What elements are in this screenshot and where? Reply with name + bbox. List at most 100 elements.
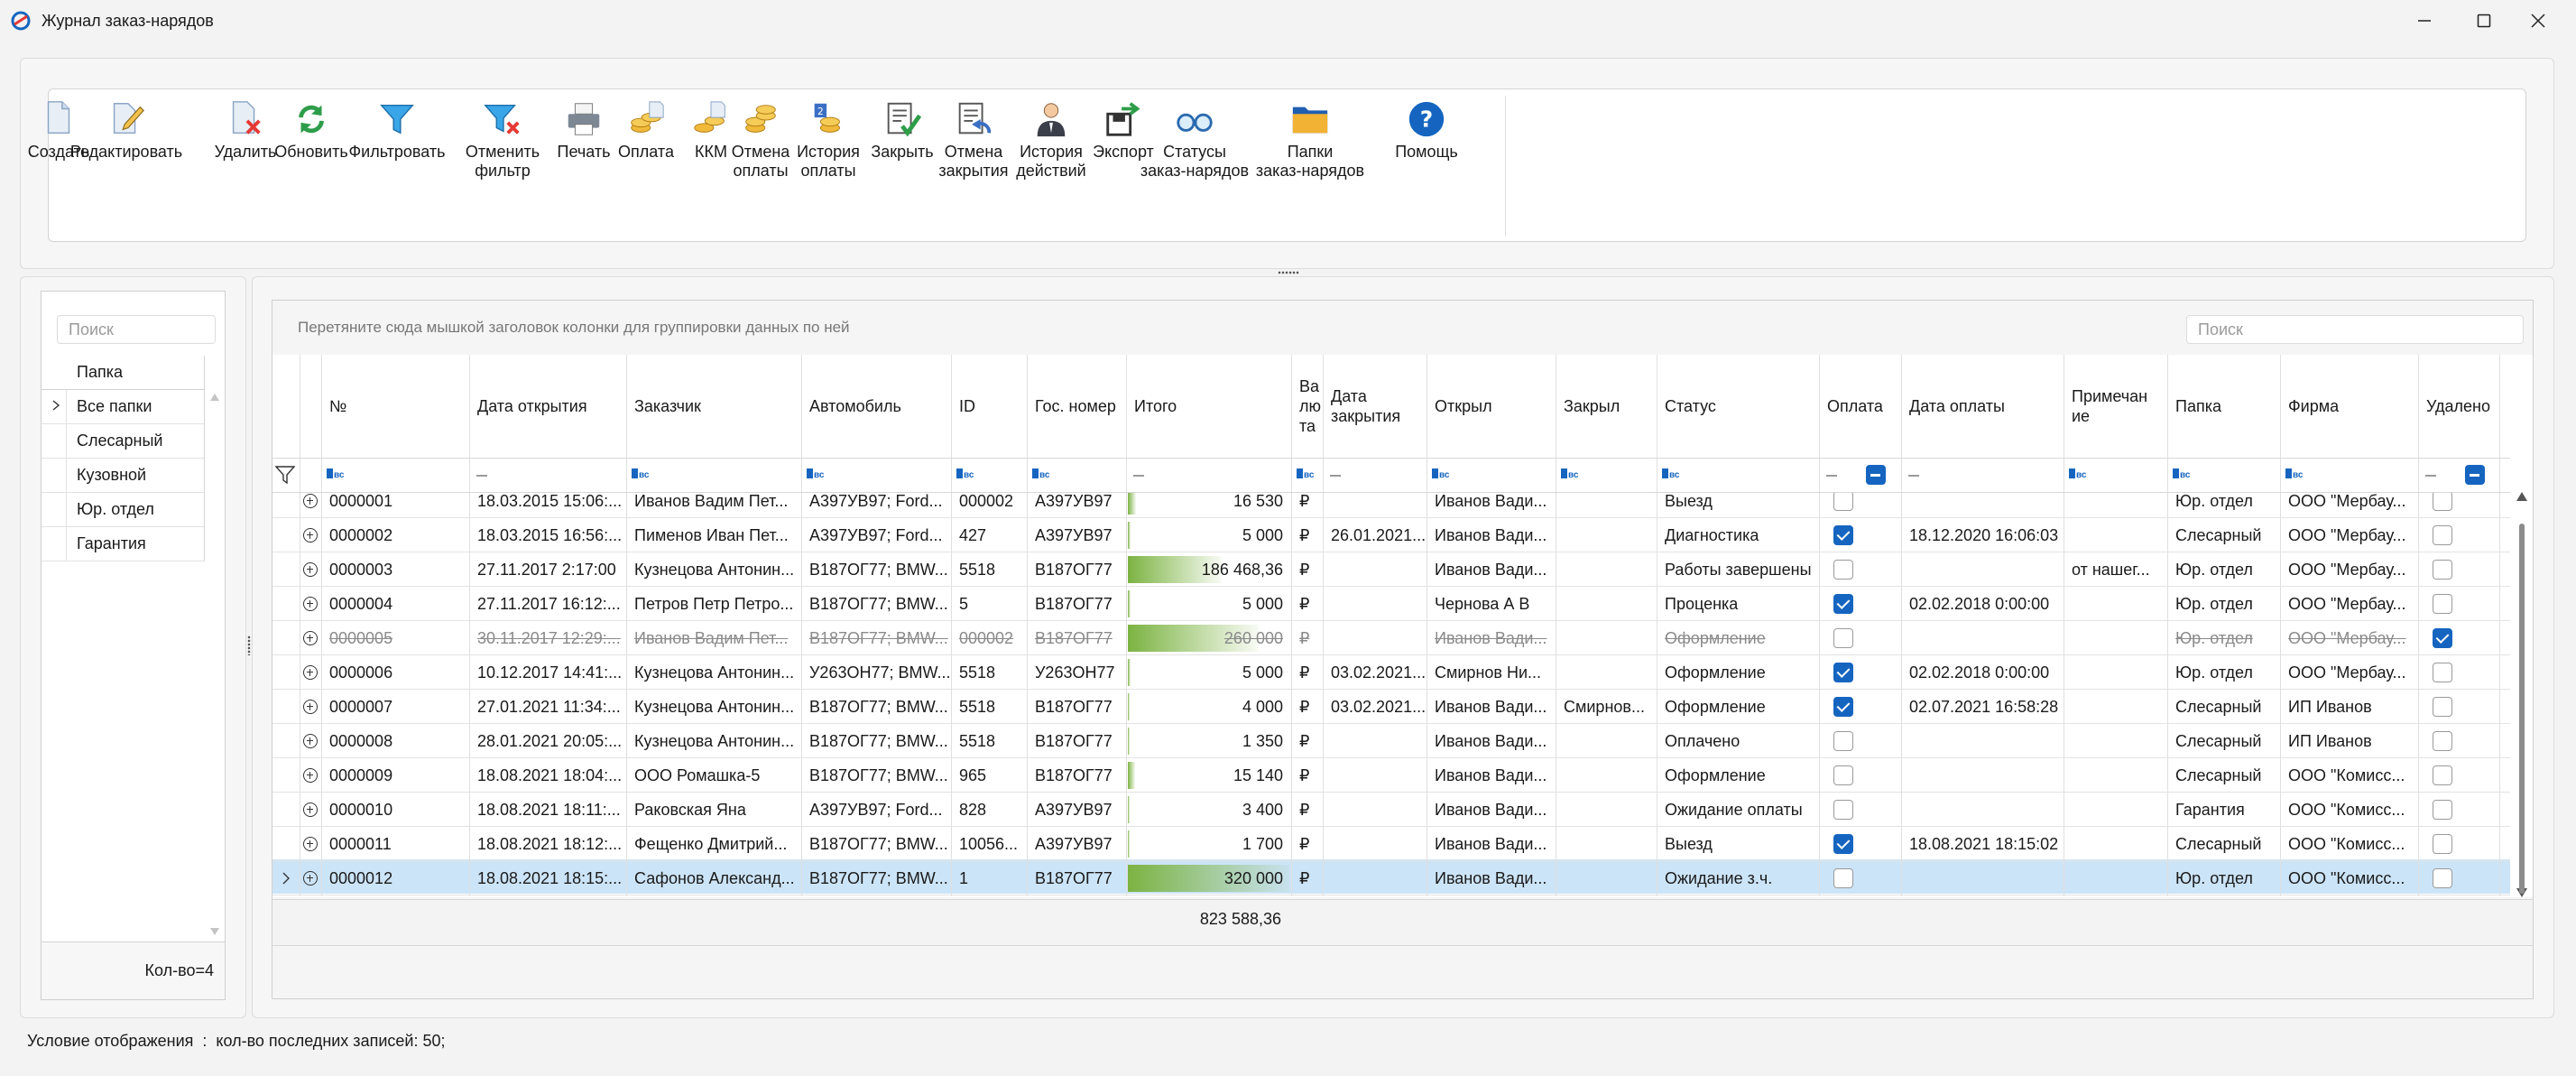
cell-opened_by[interactable]: Иванов Вади... [1426, 518, 1556, 552]
toolbar-button-6[interactable]: Печать [550, 96, 617, 195]
cell-total[interactable]: 1 350 [1126, 724, 1291, 758]
cell-car[interactable]: В187ОГ77; BMW... [801, 724, 951, 758]
column-header-paid[interactable]: Оплата [1819, 357, 1901, 456]
cell-car[interactable]: В187ОГ77; BMW... [801, 621, 951, 655]
cell-pay_date[interactable]: 02.02.2018 0:00:00 [1901, 587, 2064, 621]
cell-customer[interactable]: Раковская Яна [626, 793, 801, 827]
cell-firm[interactable]: ООО "Мербау... [2280, 552, 2418, 587]
cell-folder[interactable]: Юр. отдел [2167, 861, 2280, 895]
cell-folder[interactable]: Юр. отдел [2167, 587, 2280, 621]
grid-scroll-thumb[interactable] [2519, 524, 2525, 894]
cell-plate[interactable]: В187ОГ77 [1027, 861, 1126, 895]
cell-cur[interactable]: ₽ [1291, 793, 1323, 827]
cell-total[interactable]: 5 000 [1126, 518, 1291, 552]
cell-num[interactable]: 0000004 [321, 587, 469, 621]
deleted-checkbox[interactable] [2433, 697, 2452, 717]
cell-num[interactable]: 0000003 [321, 552, 469, 587]
cell-status[interactable]: Оформление [1657, 758, 1819, 793]
cell-cur[interactable]: ₽ [1291, 690, 1323, 724]
cell-num[interactable]: 0000006 [321, 655, 469, 690]
toolbar-button-15[interactable]: Статусы заказ-нарядов [1131, 96, 1258, 195]
cell-opened_by[interactable]: Иванов Вади... [1426, 552, 1556, 587]
column-header-car[interactable]: Автомобиль [801, 357, 951, 456]
cell-status[interactable]: Оформление [1657, 655, 1819, 690]
toolbar-button-7[interactable]: Оплата [611, 96, 681, 195]
cell-firm[interactable]: ООО "Мербау... [2280, 655, 2418, 690]
filter-checkbox[interactable] [2465, 465, 2485, 485]
cell-total[interactable]: 15 140 [1126, 758, 1291, 793]
paid-checkbox[interactable] [1833, 525, 1853, 545]
text-filter-icon[interactable]: вс [1432, 468, 1449, 482]
cell-total[interactable]: 3 400 [1126, 793, 1291, 827]
cell-car[interactable]: А397УВ97; Ford... [801, 518, 951, 552]
cell-plate[interactable]: А397УВ97 [1027, 827, 1126, 861]
cell-num[interactable]: 0000002 [321, 518, 469, 552]
column-header-deleted[interactable]: Удалено [2418, 357, 2499, 456]
cell-opened[interactable]: 28.01.2021 20:05:... [469, 724, 626, 758]
cell-customer[interactable]: Кузнецова Антонин... [626, 724, 801, 758]
chevron-right-icon[interactable] [50, 399, 62, 412]
cell-id[interactable]: 427 [951, 518, 1027, 552]
cell-closed[interactable]: 03.02.2021... [1323, 655, 1426, 690]
cell-id[interactable]: 5518 [951, 552, 1027, 587]
filter-row-icon[interactable] [275, 466, 295, 484]
cell-status[interactable]: Оформление [1657, 690, 1819, 724]
cell-plate[interactable]: В187ОГ77 [1027, 621, 1126, 655]
cell-firm[interactable]: ООО "Комисс... [2280, 861, 2418, 895]
paid-checkbox[interactable] [1833, 868, 1853, 888]
toolbar-button-11[interactable]: Закрыть [864, 96, 940, 195]
cell-opened[interactable]: 18.08.2021 18:15:... [469, 861, 626, 895]
cell-car[interactable]: В187ОГ77; BMW... [801, 552, 951, 587]
cell-customer[interactable]: Петров Петр Петро... [626, 587, 801, 621]
horizontal-splitter-grip[interactable] [1278, 270, 1299, 275]
filter-checkbox[interactable] [1866, 465, 1886, 485]
toolbar-button-17[interactable]: ? Помощь [1387, 96, 1466, 195]
cell-customer[interactable]: Фещенко Дмитрий... [626, 827, 801, 861]
cell-firm[interactable]: ООО "Мербау... [2280, 518, 2418, 552]
paid-checkbox[interactable] [1833, 491, 1853, 511]
column-header-closed[interactable]: Дата закрытия [1323, 357, 1426, 456]
cell-num[interactable]: 0000009 [321, 758, 469, 793]
expand-row-icon[interactable] [303, 734, 318, 748]
expand-row-icon[interactable] [303, 768, 318, 783]
paid-checkbox[interactable] [1833, 697, 1853, 717]
cell-customer[interactable]: ООО Ромашка-5 [626, 758, 801, 793]
cell-num[interactable]: 0000007 [321, 690, 469, 724]
cell-opened_by[interactable]: Смирнов Ни... [1426, 655, 1556, 690]
deleted-checkbox[interactable] [2433, 834, 2452, 854]
cell-opened[interactable]: 18.08.2021 18:04:... [469, 758, 626, 793]
cell-pay_date[interactable]: 02.07.2021 16:58:28 [1901, 690, 2064, 724]
toolbar-button-4[interactable]: Фильтровать [337, 96, 457, 195]
text-filter-icon[interactable]: вс [632, 468, 649, 482]
column-header-id[interactable]: ID [951, 357, 1027, 456]
deleted-checkbox[interactable] [2433, 663, 2452, 682]
cell-opened_by[interactable]: Чернова А В [1426, 587, 1556, 621]
toolbar-button-13[interactable]: История действий [1009, 96, 1094, 195]
cell-closed[interactable]: 03.02.2021... [1323, 690, 1426, 724]
cell-total[interactable]: 186 468,36 [1126, 552, 1291, 587]
cell-car[interactable]: В187ОГ77; BMW... [801, 827, 951, 861]
cell-customer[interactable]: Иванов Вадим Пет... [626, 621, 801, 655]
cell-car[interactable]: А397УВ97; Ford... [801, 793, 951, 827]
expand-row-icon[interactable] [303, 802, 318, 817]
cell-cur[interactable]: ₽ [1291, 655, 1323, 690]
cell-status[interactable]: Оплачено [1657, 724, 1819, 758]
cell-id[interactable]: 5518 [951, 655, 1027, 690]
text-filter-icon[interactable]: вс [2173, 468, 2190, 482]
cell-firm[interactable]: ООО "Мербау... [2280, 621, 2418, 655]
cell-customer[interactable]: Кузнецова Антонин... [626, 552, 801, 587]
cell-folder[interactable]: Слесарный [2167, 518, 2280, 552]
cell-id[interactable]: 828 [951, 793, 1027, 827]
cell-cur[interactable]: ₽ [1291, 827, 1323, 861]
column-header-total[interactable]: Итого [1126, 357, 1291, 456]
cell-firm[interactable]: ООО "Мербау... [2280, 587, 2418, 621]
cell-num[interactable]: 0000008 [321, 724, 469, 758]
filter-operator-icon[interactable] [476, 475, 487, 477]
paid-checkbox[interactable] [1833, 765, 1853, 785]
cell-opened_by[interactable]: Иванов Вади... [1426, 793, 1556, 827]
text-filter-icon[interactable]: вс [327, 468, 344, 482]
toolbar-button-10[interactable]: 2 История оплаты [789, 96, 868, 195]
cell-folder[interactable]: Слесарный [2167, 827, 2280, 861]
cell-pay_date[interactable]: 18.12.2020 16:06:03 [1901, 518, 2064, 552]
cell-firm[interactable]: ИП Иванов [2280, 690, 2418, 724]
